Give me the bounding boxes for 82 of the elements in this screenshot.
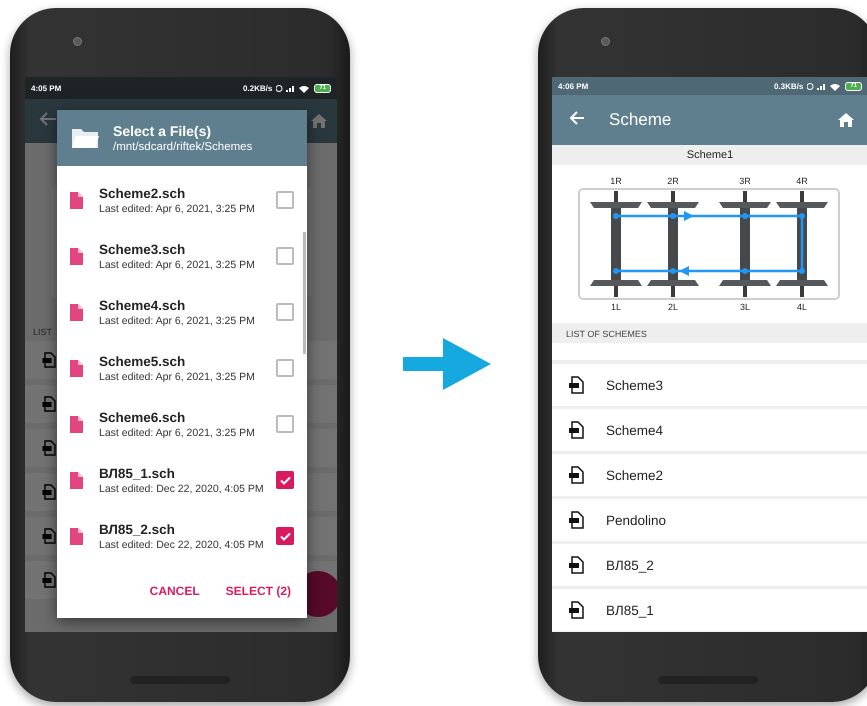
file-row[interactable]: ВЛ85_1.sch Last edited: Dec 22, 2020, 4:05 PM (57, 452, 303, 508)
file-icon (568, 376, 584, 394)
home-icon[interactable] (311, 114, 327, 128)
scheme-row[interactable]: Pendolino (552, 499, 867, 541)
file-icon (70, 360, 83, 376)
checkbox[interactable] (276, 303, 294, 321)
status-time: 4:05 PM (31, 84, 62, 92)
file-date: Last edited: Apr 6, 2021, 3:25 PM (99, 314, 256, 326)
arrow-icon (403, 338, 491, 390)
scrollbar[interactable] (303, 232, 306, 354)
status-icons (276, 84, 310, 92)
camera-icon (73, 37, 82, 46)
file-icon (42, 440, 56, 456)
file-date: Last edited: Dec 22, 2020, 4:05 PM (99, 538, 265, 550)
file-icon (568, 511, 584, 529)
file-date: Last edited: Dec 22, 2020, 4:05 PM (99, 482, 265, 494)
file-icon (42, 484, 56, 500)
file-icon (70, 248, 83, 264)
file-date: Last edited: Apr 6, 2021, 3:25 PM (99, 426, 256, 438)
folder-icon (71, 127, 99, 149)
network-speed: 0.2KB/s (242, 84, 272, 92)
axle-label: 4L (797, 302, 807, 312)
file-name: Scheme2.sch (99, 186, 186, 200)
file-name: Scheme5.sch (99, 354, 186, 368)
folder-path: /mnt/sdcard/riftek/Schemes (113, 141, 252, 153)
file-row[interactable]: Scheme4.sch Last edited: Apr 6, 2021, 3:25 PM (57, 284, 303, 340)
axle-label: 3R (739, 176, 751, 186)
file-icon (568, 601, 584, 619)
file-name: Scheme6.sch (99, 410, 186, 424)
status-icons (807, 82, 842, 90)
dialog-button[interactable]: SELECT (2) (218, 578, 299, 604)
file-icon (568, 556, 584, 574)
file-icon (42, 352, 56, 368)
axle-label: 1R (610, 176, 622, 186)
scheme-row[interactable]: Scheme3 (552, 364, 867, 406)
network-speed: 0.3KB/s (774, 82, 804, 90)
checkbox[interactable] (276, 471, 294, 489)
app-bar-title: Scheme (609, 110, 672, 130)
scheme-row[interactable]: ВЛ85_2 (552, 544, 867, 586)
file-icon (70, 192, 83, 208)
file-name: ВЛ85_2.sch (99, 522, 176, 536)
check-icon (280, 532, 290, 540)
file-row[interactable]: Scheme6.sch Last edited: Apr 6, 2021, 3:25 PM (57, 396, 303, 452)
checkbox[interactable] (276, 247, 294, 265)
status-time: 4:06 PM (558, 82, 588, 90)
file-icon (42, 396, 56, 412)
file-icon (70, 416, 83, 432)
checkbox[interactable] (276, 527, 294, 545)
axle-label: 4R (796, 176, 808, 186)
file-row[interactable]: Scheme5.sch Last edited: Apr 6, 2021, 3:25 PM (57, 340, 303, 396)
file-icon (42, 572, 56, 588)
file-date: Last edited: Apr 6, 2021, 3:25 PM (99, 202, 256, 214)
dialog-button[interactable]: CANCEL (142, 578, 208, 604)
axle-label: 2L (668, 302, 678, 312)
file-date: Last edited: Apr 6, 2021, 3:25 PM (99, 258, 256, 270)
checkbox[interactable] (276, 359, 294, 377)
file-row[interactable]: ВЛ85_2.sch Last edited: Dec 22, 2020, 4:05 PM (57, 508, 303, 564)
axle-label: 3L (740, 302, 750, 312)
file-name: Scheme3.sch (99, 242, 186, 256)
home-icon[interactable] (838, 113, 854, 127)
file-icon (568, 466, 584, 484)
list-header: LIST (32, 326, 54, 339)
scheme-row[interactable]: Scheme2 (552, 454, 867, 496)
axle-label: 1L (611, 302, 621, 312)
file-icon (70, 528, 83, 544)
file-icon (70, 472, 83, 488)
scheme-row[interactable]: Scheme4 (552, 409, 867, 451)
scheme-row[interactable]: ВЛ85_1 (552, 589, 867, 631)
checkbox[interactable] (276, 415, 294, 433)
file-row[interactable]: Scheme3.sch Last edited: Apr 6, 2021, 3:25 PM (57, 228, 303, 284)
file-name: ВЛ85_1.sch (99, 466, 176, 480)
file-row[interactable]: Scheme2.sch Last edited: Apr 6, 2021, 3:25 PM (57, 172, 303, 228)
file-icon (42, 528, 56, 544)
file-date: Last edited: Apr 6, 2021, 3:25 PM (99, 370, 256, 382)
dialog-title: Select a File(s) (113, 123, 212, 139)
checkbox[interactable] (276, 191, 294, 209)
axle-label: 2R (667, 176, 679, 186)
file-icon (70, 304, 83, 320)
file-name: Scheme4.sch (99, 298, 186, 312)
file-icon (568, 421, 584, 439)
check-icon (280, 476, 290, 484)
camera-icon (601, 37, 610, 46)
